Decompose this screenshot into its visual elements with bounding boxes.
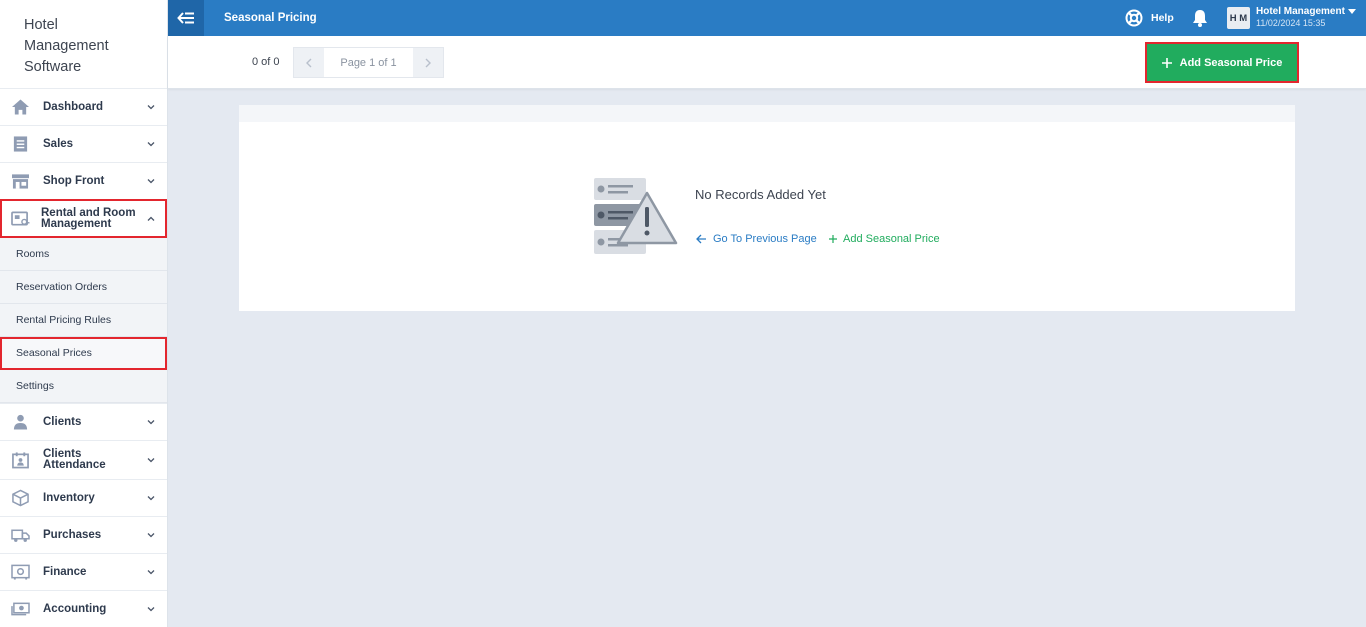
sidebar-item-clients-attendance[interactable]: Clients Attendance	[0, 440, 167, 479]
label-line-2: Management	[41, 218, 112, 230]
bell-icon	[1193, 10, 1207, 27]
sidebar-item-clients[interactable]: Clients	[0, 403, 167, 440]
brand-title: Hotel Management Software	[0, 0, 167, 88]
caret-down-icon	[1348, 9, 1356, 14]
brand-line-1: Hotel	[24, 17, 58, 33]
record-count: 0 of 0	[252, 56, 280, 68]
sidebar-item-label: Finance	[43, 565, 87, 578]
sidebar-subitem-seasonal-prices[interactable]: Seasonal Prices	[0, 337, 167, 370]
next-page-button[interactable]	[413, 48, 443, 77]
add-link-label: Add Seasonal Price	[843, 233, 940, 245]
chevron-down-icon	[147, 179, 155, 184]
sidebar-item-dashboard[interactable]: Dashboard	[0, 88, 167, 125]
card-header	[239, 105, 1295, 122]
arrow-left-icon	[696, 234, 706, 244]
add-seasonal-price-link[interactable]: Add Seasonal Price	[829, 233, 940, 245]
sidebar-item-label: Inventory	[43, 491, 95, 504]
sidebar-item-label: Rental and Room Management	[41, 207, 136, 230]
plus-icon	[1161, 57, 1172, 68]
sidebar-toggle-button[interactable]	[168, 0, 204, 36]
empty-records-warning-icon	[594, 178, 678, 254]
label-line-2: Attendance	[43, 459, 106, 471]
add-button-label: Add Seasonal Price	[1179, 56, 1283, 69]
help-label: Help	[1151, 12, 1174, 24]
safe-icon	[11, 564, 30, 580]
topbar: Seasonal Pricing Help H M Hotel Manageme…	[168, 0, 1366, 36]
plus-icon	[829, 235, 837, 243]
user-name: Hotel Management	[1256, 6, 1345, 17]
page-indicator: Page 1 of 1	[324, 48, 413, 77]
collapse-menu-icon	[177, 12, 194, 24]
sidebar-item-label: Clients Attendance	[43, 448, 106, 471]
chevron-down-icon	[147, 105, 155, 110]
receipt-icon	[13, 136, 28, 152]
sidebar-item-inventory[interactable]: Inventory	[0, 479, 167, 516]
lifebuoy-icon	[1125, 9, 1143, 27]
storefront-icon	[12, 174, 29, 189]
chevron-left-icon	[306, 58, 312, 67]
sidebar-subitem-settings[interactable]: Settings	[0, 370, 167, 403]
brand-line-3: Software	[24, 59, 82, 75]
empty-state-card: No Records Added Yet Go To Previous Page…	[239, 105, 1295, 311]
empty-state-title: No Records Added Yet	[695, 187, 826, 202]
sidebar-item-finance[interactable]: Finance	[0, 553, 167, 590]
user-datetime: 11/02/2024 15:35	[1256, 18, 1326, 28]
sidebar: Hotel Management Software Dashboard Sale…	[0, 0, 168, 627]
page-title: Seasonal Pricing	[224, 12, 317, 24]
sidebar-subitem-reservation-orders[interactable]: Reservation Orders	[0, 271, 167, 304]
help-button[interactable]: Help	[1125, 9, 1174, 27]
toolbar: 0 of 0 Page 1 of 1 Add Seasonal Price	[168, 36, 1366, 89]
sidebar-item-accounting[interactable]: Accounting	[0, 590, 167, 627]
chevron-up-icon	[147, 216, 155, 221]
box-icon	[12, 489, 29, 507]
sidebar-item-label: Dashboard	[43, 100, 104, 113]
chevron-down-icon	[147, 458, 155, 463]
sidebar-item-label: Sales	[43, 137, 74, 150]
add-seasonal-price-button[interactable]: Add Seasonal Price	[1145, 42, 1299, 83]
chevron-down-icon	[147, 533, 155, 538]
money-icon	[11, 602, 30, 616]
pagination: Page 1 of 1	[293, 47, 444, 78]
chevron-right-icon	[425, 58, 431, 67]
chevron-down-icon	[147, 570, 155, 575]
chevron-down-icon	[147, 607, 155, 612]
sidebar-subitem-rooms[interactable]: Rooms	[0, 238, 167, 271]
avatar[interactable]: H M	[1227, 7, 1250, 29]
client-icon	[13, 414, 28, 430]
sidebar-subitem-rental-pricing-rules[interactable]: Rental Pricing Rules	[0, 304, 167, 337]
user-menu[interactable]: Hotel Management 11/02/2024 15:35	[1256, 6, 1356, 28]
sidebar-item-label: Purchases	[43, 528, 102, 541]
truck-icon	[11, 529, 30, 542]
sidebar-item-label: Accounting	[43, 602, 107, 615]
sidebar-item-rental-room-management[interactable]: Rental and Room Management	[0, 199, 167, 238]
chevron-down-icon	[147, 496, 155, 501]
go-to-previous-page-link[interactable]: Go To Previous Page	[696, 233, 817, 245]
previous-page-label: Go To Previous Page	[713, 233, 817, 245]
chevron-down-icon	[147, 420, 155, 425]
home-icon	[12, 99, 29, 115]
chevron-down-icon	[147, 142, 155, 147]
room-key-icon	[11, 211, 30, 226]
sidebar-item-shop-front[interactable]: Shop Front	[0, 162, 167, 199]
notifications-button[interactable]	[1191, 8, 1209, 33]
prev-page-button[interactable]	[294, 48, 324, 77]
sidebar-item-label: Clients	[43, 415, 82, 428]
calendar-person-icon	[12, 452, 29, 469]
submenu-rental-room: Rooms Reservation Orders Rental Pricing …	[0, 238, 167, 403]
brand-line-2: Management	[24, 38, 109, 54]
sidebar-item-purchases[interactable]: Purchases	[0, 516, 167, 553]
sidebar-item-sales[interactable]: Sales	[0, 125, 167, 162]
sidebar-item-label: Shop Front	[43, 174, 105, 187]
